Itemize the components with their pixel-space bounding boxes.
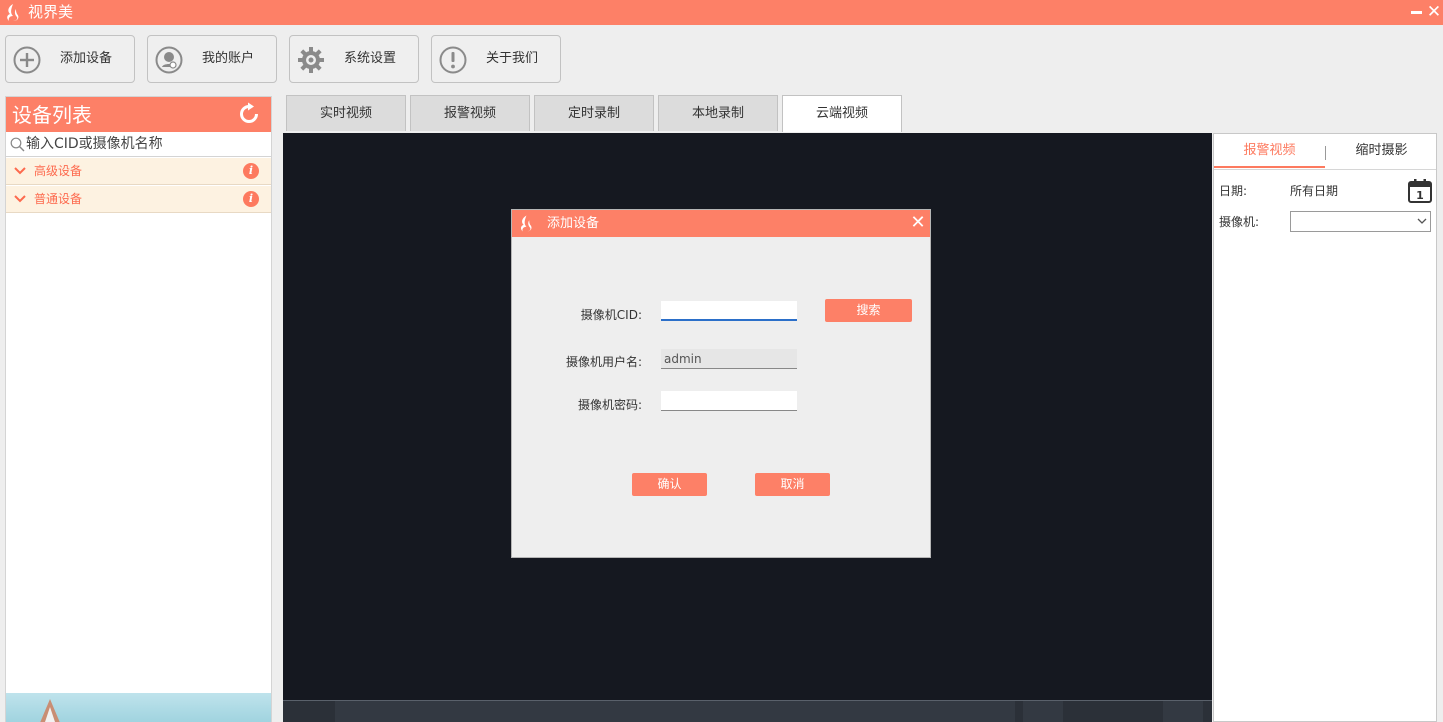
rtab-time-lapse[interactable]: 缩时摄影 (1326, 134, 1437, 168)
about-us-label: 关于我们 (486, 51, 539, 66)
group-advanced-devices[interactable]: 高级设备 i (6, 158, 271, 185)
device-search-bar (6, 132, 271, 157)
group-label: 高级设备 (34, 164, 83, 178)
dialog-title: 添加设备 (547, 216, 600, 231)
tab-cloud-video[interactable]: 云端视频 (782, 95, 902, 132)
app-logo-icon (520, 215, 532, 232)
app-title: 视界美 (28, 3, 74, 21)
cancel-button[interactable]: 取消 (755, 473, 830, 496)
title-bar: 视界美 ✕ (0, 0, 1443, 25)
confirm-button[interactable]: 确认 (632, 473, 707, 496)
add-device-button[interactable]: 添加设备 (5, 35, 135, 83)
camera-password-label: 摄像机密码: (577, 398, 642, 412)
chevron-down-icon (14, 167, 26, 175)
device-list-header: 设备列表 (6, 97, 271, 132)
tab-underline-divider (1214, 169, 1436, 170)
exclamation-circle-icon (439, 46, 467, 74)
rtab-alarm-video[interactable]: 报警视频 (1214, 134, 1325, 168)
camera-username-input[interactable] (661, 349, 797, 369)
ad-banner (6, 693, 271, 722)
minimize-icon[interactable] (1410, 3, 1424, 21)
my-account-button[interactable]: 我的账户 (147, 35, 277, 83)
camera-select[interactable] (1290, 211, 1431, 232)
device-list-panel: 设备列表 高级设备 i 普通设备 i (5, 96, 272, 722)
my-account-label: 我的账户 (202, 51, 255, 66)
group-normal-devices[interactable]: 普通设备 i (6, 186, 271, 213)
camera-password-input[interactable] (661, 391, 797, 411)
system-settings-label: 系统设置 (344, 51, 397, 66)
search-button[interactable]: 搜索 (825, 299, 912, 322)
add-device-label: 添加设备 (60, 51, 113, 66)
search-icon (10, 137, 25, 152)
date-label: 日期: (1219, 184, 1248, 198)
banner-decoration-icon (40, 699, 60, 722)
info-icon[interactable]: i (243, 163, 259, 179)
group-label: 普通设备 (34, 192, 83, 206)
dialog-title-bar: 添加设备 ✕ (512, 210, 930, 237)
system-settings-button[interactable]: 系统设置 (289, 35, 419, 83)
device-list-title: 设备列表 (12, 103, 92, 127)
timeline-track[interactable] (335, 701, 1015, 722)
fullscreen-button[interactable] (1163, 701, 1203, 722)
calendar-day-text: 1 (1416, 189, 1424, 202)
plus-circle-icon (13, 46, 41, 74)
tab-alarm-video[interactable]: 报警视频 (410, 95, 530, 131)
camera-username-label: 摄像机用户名: (565, 355, 642, 369)
about-us-button[interactable]: 关于我们 (431, 35, 561, 83)
tab-scheduled-recording[interactable]: 定时录制 (534, 95, 654, 131)
camera-cid-label: 摄像机CID: (580, 308, 642, 322)
app-logo-icon (7, 4, 19, 21)
calendar-icon[interactable]: 1 (1407, 178, 1433, 204)
dialog-close-icon[interactable]: ✕ (908, 211, 928, 235)
gear-icon (298, 47, 324, 73)
recording-filter-panel: 报警视频 缩时摄影 日期: 所有日期 1 摄像机: (1213, 133, 1437, 722)
account-icon (155, 46, 183, 74)
camera-label: 摄像机: (1219, 215, 1260, 229)
video-control-bar (283, 700, 1212, 722)
date-value: 所有日期 (1290, 184, 1339, 198)
add-device-dialog: 添加设备 ✕ 摄像机CID: 搜索 摄像机用户名: 摄像机密码: 确认 取消 (511, 209, 931, 558)
close-window-icon[interactable]: ✕ (1426, 2, 1442, 22)
camera-cid-input[interactable] (661, 301, 797, 321)
chevron-down-icon (1417, 218, 1427, 224)
device-search-input[interactable] (26, 134, 266, 154)
info-icon[interactable]: i (243, 191, 259, 207)
chevron-down-icon (14, 195, 26, 203)
tab-local-recording[interactable]: 本地录制 (658, 95, 778, 131)
tab-live-video[interactable]: 实时视频 (286, 95, 406, 131)
refresh-icon[interactable] (237, 102, 261, 126)
grid-layout-button[interactable] (1023, 701, 1063, 722)
